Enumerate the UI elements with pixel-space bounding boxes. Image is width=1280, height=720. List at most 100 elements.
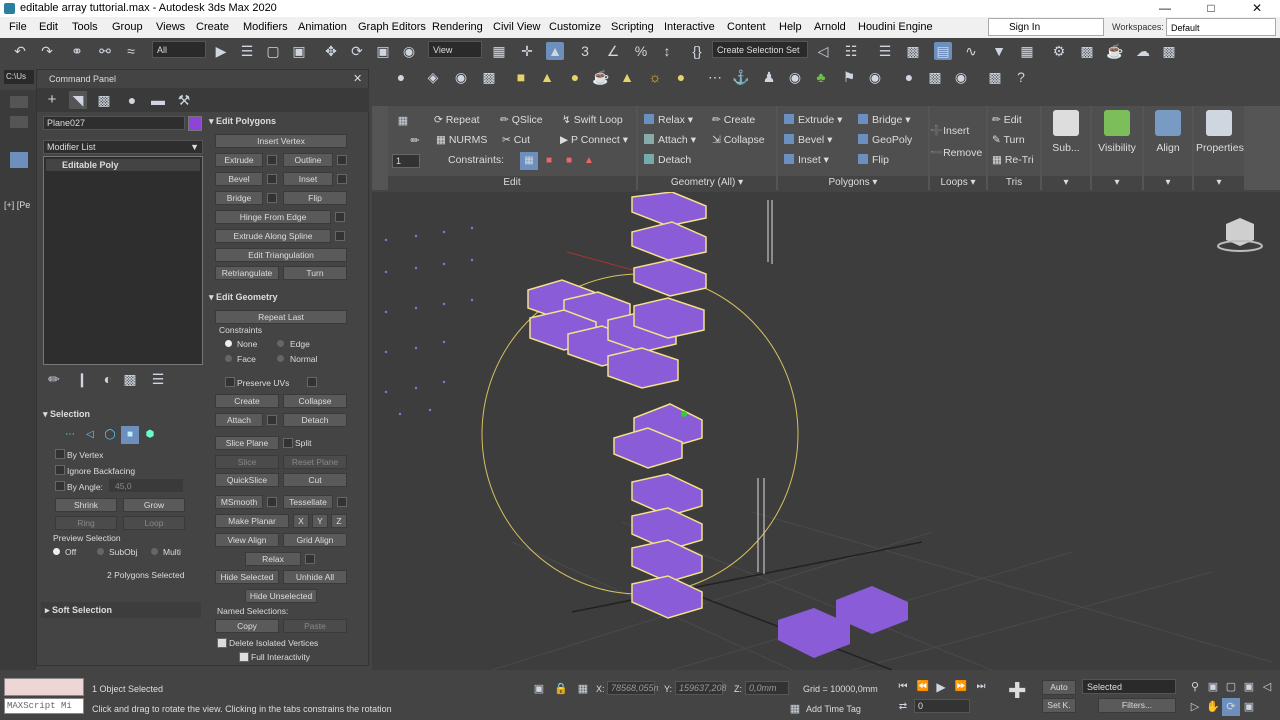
remove-modifier-icon[interactable]: ▩ (121, 370, 139, 388)
ribbon-spinner[interactable]: 1 (392, 154, 420, 168)
strip-tab-3[interactable] (10, 152, 28, 168)
layer-explorer-icon[interactable]: ▩ (904, 42, 922, 60)
planar-x-button[interactable]: X (293, 514, 309, 528)
ribbon-relax[interactable]: Relax ▾ (644, 114, 693, 126)
ribbon-sub-foot[interactable]: ▾ (1042, 176, 1090, 190)
rendered-frame-icon[interactable]: ▩ (1078, 42, 1096, 60)
ribbon-bevel[interactable]: Bevel ▾ (784, 134, 832, 146)
hair-icon[interactable]: ◉ (866, 68, 884, 86)
constraint-face-icon[interactable]: ■ (560, 152, 578, 170)
make-planar-button[interactable]: Make Planar (215, 514, 289, 528)
hide-selected-button[interactable]: Hide Selected (215, 570, 279, 584)
strip-tab-2[interactable] (10, 116, 28, 128)
ribbon-visibility-foot[interactable]: ▾ (1092, 176, 1142, 190)
ribbon-bridge[interactable]: Bridge ▾ (858, 114, 911, 126)
mirror-icon[interactable]: ◁ (814, 42, 832, 60)
maximize-button[interactable]: □ (1188, 0, 1234, 17)
menu-views[interactable]: Views (156, 21, 185, 33)
configure-sets-icon[interactable]: ☰ (149, 370, 167, 388)
ribbon-remove[interactable]: ➖Remove (930, 146, 982, 159)
inset-settings-icon[interactable] (337, 174, 347, 184)
y-coord-field[interactable]: 159637,208 (675, 681, 727, 695)
by-angle-checkbox[interactable] (55, 481, 65, 491)
ribbon-collapse[interactable]: ⇲ Collapse (712, 134, 765, 146)
viewcube[interactable] (1217, 218, 1263, 252)
go-to-end-icon[interactable]: ⏭ (972, 678, 990, 696)
foliage-icon[interactable]: ♣ (812, 68, 830, 86)
particle-icon[interactable]: ⋯ (706, 68, 724, 86)
ribbon-detach[interactable]: Detach (644, 154, 691, 166)
auto-key-button[interactable]: Auto (1042, 680, 1076, 695)
undo-icon[interactable]: ↶ (11, 42, 29, 60)
pin-stack-icon[interactable]: ✏ (45, 370, 63, 388)
insert-vertex-button[interactable]: Insert Vertex (215, 134, 347, 148)
path-field[interactable]: C:\Us (4, 70, 34, 84)
relax-settings-icon[interactable] (305, 554, 315, 564)
absolute-mode-icon[interactable]: ▦ (574, 680, 592, 698)
menu-graph-editors[interactable]: Graph Editors (358, 21, 426, 33)
edit-geometry-header[interactable]: ▾ Edit Geometry (209, 292, 278, 303)
bridge-settings-icon[interactable] (267, 193, 277, 203)
menu-help[interactable]: Help (779, 21, 802, 33)
ribbon-inset[interactable]: Inset ▾ (784, 154, 829, 166)
bones-icon[interactable]: ⚓ (732, 68, 750, 86)
planar-z-button[interactable]: Z (331, 514, 347, 528)
polygon-icon[interactable]: ■ (121, 426, 139, 444)
tessellate-settings-icon[interactable] (337, 497, 347, 507)
ribbon-polygons-label[interactable]: Polygons ▾ (778, 176, 928, 190)
menu-modifiers[interactable]: Modifiers (243, 21, 288, 33)
planar-y-button[interactable]: Y (312, 514, 328, 528)
preserve-uvs-checkbox[interactable] (225, 377, 235, 387)
attach-settings-icon[interactable] (267, 415, 277, 425)
ribbon-repeat[interactable]: ⟳ Repeat (434, 114, 480, 126)
orbit-icon[interactable]: ⟳ (1222, 698, 1240, 716)
slice-button[interactable]: Slice (215, 455, 279, 469)
unhide-all-button[interactable]: Unhide All (283, 570, 347, 584)
reset-plane-button[interactable]: Reset Plane (283, 455, 347, 469)
prev-frame-icon[interactable]: ⏪ (914, 678, 932, 696)
character-icon[interactable]: ♟ (760, 68, 778, 86)
ribbon-flip[interactable]: Flip (858, 154, 889, 166)
inset-button[interactable]: Inset (283, 172, 333, 186)
globe-icon[interactable]: ◉ (786, 68, 804, 86)
menu-create[interactable]: Create (196, 21, 229, 33)
create-tab-icon[interactable]: + (43, 91, 61, 109)
flow-icon[interactable]: ▩ (480, 68, 498, 86)
render-cloud-icon[interactable]: ☁ (1134, 42, 1152, 60)
ribbon-tri-edit[interactable]: ✏ Edit (992, 114, 1022, 126)
maximize-viewport-icon[interactable]: ▣ (1240, 698, 1258, 716)
zoom-extents-all-icon[interactable]: ▣ (1240, 678, 1258, 696)
add-key-icon[interactable]: ✚ (1008, 680, 1026, 702)
select-manipulate-icon[interactable]: ✛ (518, 42, 536, 60)
workspace-dropdown[interactable]: Default (1166, 18, 1276, 36)
create-button[interactable]: Create (215, 394, 279, 408)
stack-item-editable-poly[interactable]: Editable Poly (46, 159, 200, 171)
ribbon-create[interactable]: ✏ Create (712, 114, 755, 126)
modify-tab-icon[interactable]: ◥ (69, 91, 87, 109)
bevel-settings-icon[interactable] (267, 174, 277, 184)
material-editor-icon[interactable]: ▦ (1018, 42, 1036, 60)
sign-in-button[interactable]: Sign In (988, 18, 1104, 36)
lock-icon[interactable]: 🔒 (552, 680, 570, 698)
preview-off-radio[interactable] (53, 548, 60, 555)
minimize-button[interactable]: — (1142, 0, 1188, 17)
toggle-ribbon-icon[interactable]: ▤ (934, 42, 952, 60)
sphere-prim-icon[interactable]: ● (566, 68, 584, 86)
pivot-center-icon[interactable]: ▦ (490, 42, 508, 60)
grow-button[interactable]: Grow (123, 498, 185, 512)
unlink-icon[interactable]: ⚯ (96, 42, 114, 60)
redo-icon[interactable]: ↷ (38, 42, 56, 60)
hinge-from-edge-button[interactable]: Hinge From Edge (215, 210, 331, 224)
isolate-icon[interactable]: ▣ (530, 680, 548, 698)
edge-icon[interactable]: ◁ (81, 426, 99, 444)
copy-button[interactable]: Copy (215, 619, 279, 633)
flag-icon[interactable]: ⚑ (840, 68, 858, 86)
keyboard-shortcut-icon[interactable]: ▲ (546, 42, 564, 60)
help-icon[interactable]: ? (1012, 68, 1030, 86)
key-mode-icon[interactable]: ⇄ (894, 698, 912, 716)
menu-group[interactable]: Group (112, 21, 143, 33)
named-sel-icon[interactable]: ● (392, 68, 410, 86)
zoom-icon[interactable]: ⚲ (1186, 678, 1204, 696)
spinner-snap-icon[interactable]: ↕ (658, 42, 676, 60)
menu-file[interactable]: File (9, 21, 27, 33)
